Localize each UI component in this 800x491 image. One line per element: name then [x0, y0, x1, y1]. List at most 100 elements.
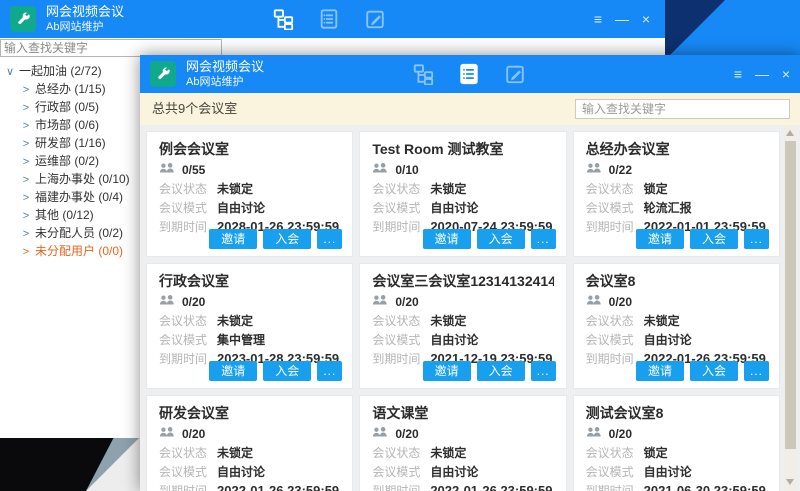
menu-button[interactable]: ≡ [728, 64, 748, 84]
rooms-content: 例会会议室 0/55 会议状态未锁定 会议模式自由讨论 到期时间2028-01-… [140, 125, 800, 491]
app-subtitle: Ab网站维护 [46, 20, 124, 34]
join-button[interactable]: 入会 [477, 229, 525, 249]
close-button[interactable]: × [636, 9, 656, 29]
room-name: Test Room 测试教室 [372, 138, 553, 160]
room-name: 会议室三会议室123141324141三会... [372, 270, 553, 292]
app-subtitle: Ab网站维护 [186, 75, 264, 89]
people-icon [159, 161, 175, 179]
tree-item-dept[interactable]: >其他 (0/12) [0, 206, 140, 224]
people-icon [372, 293, 388, 311]
tree-item-dept[interactable]: >福建办事处 (0/4) [0, 188, 140, 206]
room-occupancy: 0/20 [182, 427, 205, 441]
meeting-list-icon[interactable] [458, 63, 480, 85]
meeting-list-icon[interactable] [318, 8, 340, 30]
tree-item-group[interactable]: ∨一起加油 (2/72) [0, 62, 140, 80]
tree-item-dept[interactable]: >运维部 (0/2) [0, 152, 140, 170]
more-button[interactable]: ... [744, 361, 769, 381]
more-button[interactable]: ... [531, 229, 556, 249]
org-chart-icon[interactable] [412, 63, 434, 85]
people-icon [159, 293, 175, 311]
room-name: 语文课堂 [372, 402, 553, 424]
tree-item-label: 总经办 (1/15) [35, 82, 106, 96]
edit-icon[interactable] [504, 63, 526, 85]
chevron-right-icon[interactable]: > [20, 189, 32, 206]
room-occupancy: 0/20 [609, 295, 632, 309]
minimize-button[interactable]: — [612, 9, 632, 29]
more-button[interactable]: ... [317, 229, 342, 249]
chevron-right-icon[interactable]: > [20, 153, 32, 170]
room-occupancy: 0/20 [609, 427, 632, 441]
status-label: 会议状态 [159, 444, 217, 463]
contacts-tree: ∨一起加油 (2/72) >总经办 (1/15) >行政部 (0/5) >市场部… [0, 62, 140, 260]
chevron-right-icon[interactable]: > [20, 171, 32, 188]
join-button[interactable]: 入会 [263, 361, 311, 381]
tree-item-dept[interactable]: >总经办 (1/15) [0, 80, 140, 98]
chevron-right-icon[interactable]: > [20, 225, 32, 242]
more-button[interactable]: ... [744, 229, 769, 249]
expire-value: 2022-01-26 23:59:59 [430, 483, 552, 491]
join-button[interactable]: 入会 [477, 361, 525, 381]
chevron-right-icon[interactable]: > [20, 207, 32, 224]
more-button[interactable]: ... [531, 361, 556, 381]
invite-button[interactable]: 邀请 [423, 361, 471, 381]
vertical-scrollbar[interactable] [784, 125, 797, 491]
expire-value: 2021-06-30 23:59:59 [644, 483, 766, 491]
scroll-up-icon[interactable] [786, 130, 794, 136]
room-occupancy: 0/55 [182, 163, 205, 177]
expire-value: 2022-01-26 23:59:59 [217, 483, 339, 491]
mode-label: 会议模式 [372, 331, 430, 350]
invite-button[interactable]: 邀请 [636, 229, 684, 249]
mode-value: 自由讨论 [430, 201, 478, 215]
invite-button[interactable]: 邀请 [636, 361, 684, 381]
join-button[interactable]: 入会 [690, 361, 738, 381]
mode-value: 轮流汇报 [644, 201, 692, 215]
status-label: 会议状态 [586, 312, 644, 331]
scroll-down-icon[interactable] [786, 479, 794, 485]
minimize-button[interactable]: — [752, 64, 772, 84]
app-icon [10, 6, 36, 32]
app-title: 网会视频会议 [186, 59, 264, 75]
rooms-search-input[interactable] [575, 99, 790, 119]
invite-button[interactable]: 邀请 [423, 229, 471, 249]
chevron-down-icon[interactable]: ∨ [4, 63, 16, 80]
rooms-grid: 例会会议室 0/55 会议状态未锁定 会议模式自由讨论 到期时间2028-01-… [146, 131, 780, 491]
status-label: 会议状态 [586, 180, 644, 199]
tree-item-dept[interactable]: >上海办事处 (0/10) [0, 170, 140, 188]
status-value: 锁定 [644, 182, 668, 196]
people-icon [586, 161, 602, 179]
chevron-right-icon[interactable]: > [20, 135, 32, 152]
tree-item-dept[interactable]: >行政部 (0/5) [0, 98, 140, 116]
tree-item-dept[interactable]: >研发部 (1/16) [0, 134, 140, 152]
status-label: 会议状态 [372, 444, 430, 463]
tree-item-label: 市场部 (0/6) [35, 118, 99, 132]
edit-icon[interactable] [364, 8, 386, 30]
chevron-right-icon[interactable]: > [20, 81, 32, 98]
join-button[interactable]: 入会 [690, 229, 738, 249]
tree-item-dept[interactable]: >市场部 (0/6) [0, 116, 140, 134]
chevron-right-icon[interactable]: > [20, 243, 32, 260]
expire-label: 到期时间 [372, 482, 430, 491]
room-card: 会议室8 0/20 会议状态未锁定 会议模式自由讨论 到期时间2022-01-2… [573, 263, 780, 389]
org-chart-icon[interactable] [272, 8, 294, 30]
app-title: 网会视频会议 [46, 4, 124, 20]
chevron-right-icon[interactable]: > [20, 99, 32, 116]
expire-label: 到期时间 [159, 482, 217, 491]
tree-item-dept[interactable]: >未分配人员 (0/2) [0, 224, 140, 242]
scrollbar-thumb[interactable] [785, 141, 796, 449]
room-name: 研发会议室 [159, 402, 340, 424]
menu-button[interactable]: ≡ [588, 9, 608, 29]
invite-button[interactable]: 邀请 [209, 361, 257, 381]
more-button[interactable]: ... [317, 361, 342, 381]
app-icon [150, 61, 176, 87]
mode-value: 集中管理 [217, 333, 265, 347]
invite-button[interactable]: 邀请 [209, 229, 257, 249]
chevron-right-icon[interactable]: > [20, 117, 32, 134]
tree-item-unassigned-users[interactable]: >未分配用户 (0/0) [0, 242, 140, 260]
mode-label: 会议模式 [159, 199, 217, 218]
status-value: 未锁定 [644, 314, 680, 328]
room-name: 总经办会议室 [586, 138, 767, 160]
mode-label: 会议模式 [586, 199, 644, 218]
close-button[interactable]: × [776, 64, 796, 84]
join-button[interactable]: 入会 [263, 229, 311, 249]
mode-label: 会议模式 [372, 199, 430, 218]
